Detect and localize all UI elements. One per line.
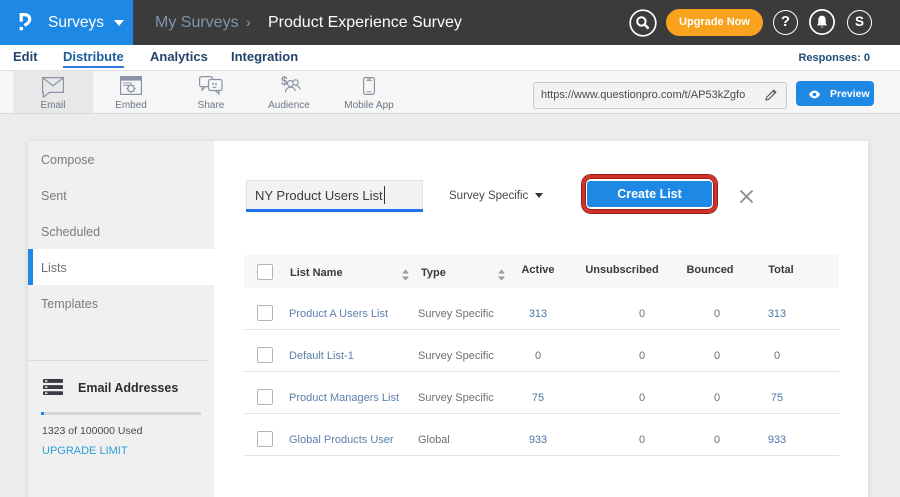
svg-text:$: $ xyxy=(281,75,288,88)
